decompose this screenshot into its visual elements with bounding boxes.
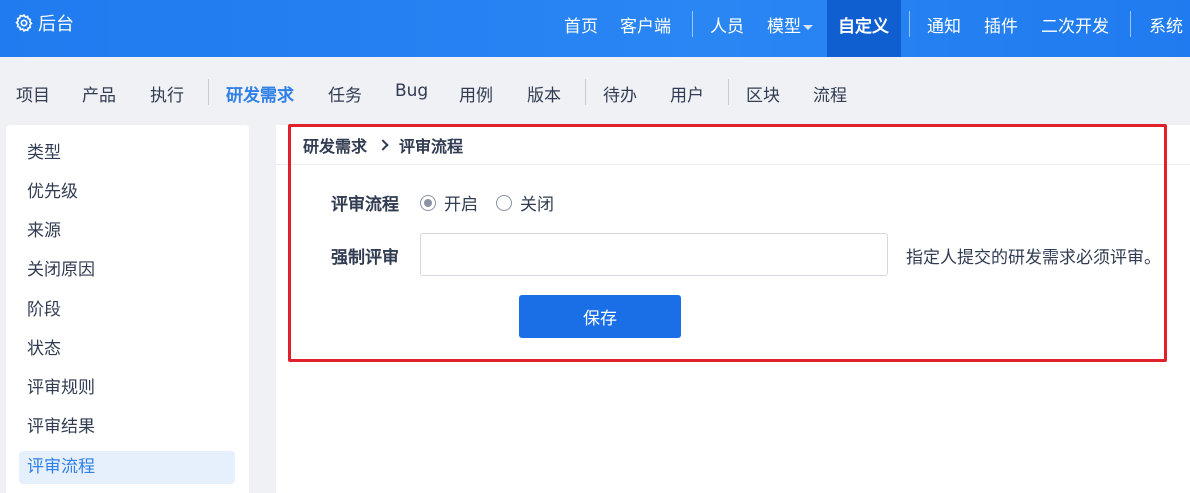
top-nav-plugin[interactable]: 插件 bbox=[984, 12, 1018, 37]
top-nav-model-label: 模型 bbox=[767, 17, 801, 37]
sidebar-item-type[interactable]: 类型 bbox=[19, 137, 235, 170]
sidebar-item-review-flow[interactable]: 评审流程 bbox=[19, 451, 235, 484]
sidebar-item-priority[interactable]: 优先级 bbox=[19, 176, 235, 209]
force-review-label: 强制评审 bbox=[331, 248, 399, 268]
breadcrumb-current: 评审流程 bbox=[399, 137, 464, 156]
brand[interactable]: 后台 bbox=[14, 12, 74, 35]
review-flow-label: 评审流程 bbox=[331, 195, 399, 215]
force-review-hint: 指定人提交的研发需求必须评审。 bbox=[906, 248, 1161, 268]
radio-off[interactable]: 关闭 bbox=[496, 190, 554, 215]
tab-product[interactable]: 产品 bbox=[82, 81, 116, 106]
gear-icon bbox=[15, 13, 33, 33]
brand-label: 后台 bbox=[38, 14, 74, 35]
divider bbox=[276, 164, 1190, 165]
top-bar: 后台 首页 客户端 人员 模型 自定义 通知 插件 二次开发 系统 bbox=[0, 0, 1190, 57]
sub-nav-divider bbox=[585, 79, 586, 105]
sub-nav-divider bbox=[208, 79, 209, 105]
tab-user[interactable]: 用户 bbox=[670, 81, 704, 106]
radio-on[interactable]: 开启 bbox=[420, 190, 478, 215]
breadcrumb: 研发需求 评审流程 bbox=[303, 133, 463, 157]
breadcrumb-parent[interactable]: 研发需求 bbox=[303, 133, 367, 157]
tab-testcase[interactable]: 用例 bbox=[459, 81, 493, 106]
tab-block[interactable]: 区块 bbox=[746, 81, 780, 106]
radio-off-indicator[interactable] bbox=[496, 194, 512, 211]
tab-todo[interactable]: 待办 bbox=[603, 81, 637, 106]
chevron-right-icon bbox=[377, 139, 389, 151]
main-panel: 研发需求 评审流程 评审流程 开启 关闭 强制评审 指定人提交的研发需求必须评审… bbox=[276, 125, 1190, 493]
sidebar: 类型 优先级 来源 关闭原因 阶段 状态 评审规则 评审结果 评审流程 bbox=[6, 125, 249, 493]
top-nav-divider bbox=[1130, 11, 1131, 37]
top-nav-model[interactable]: 模型 bbox=[767, 12, 813, 37]
tab-requirement[interactable]: 研发需求 bbox=[226, 81, 294, 106]
sidebar-item-review-rule[interactable]: 评审规则 bbox=[19, 372, 235, 405]
tab-build[interactable]: 版本 bbox=[527, 81, 561, 106]
radio-on-indicator[interactable] bbox=[420, 194, 436, 211]
sidebar-item-status[interactable]: 状态 bbox=[19, 333, 235, 366]
sidebar-item-stage[interactable]: 阶段 bbox=[19, 294, 235, 327]
top-nav-home[interactable]: 首页 bbox=[564, 12, 598, 37]
top-nav-divider bbox=[909, 11, 910, 37]
top-nav-people[interactable]: 人员 bbox=[710, 12, 744, 37]
save-button[interactable]: 保存 bbox=[519, 295, 681, 338]
chevron-down-icon bbox=[803, 24, 813, 30]
tab-project[interactable]: 项目 bbox=[16, 81, 50, 106]
radio-on-label: 开启 bbox=[444, 195, 478, 215]
top-nav-client[interactable]: 客户端 bbox=[620, 12, 671, 37]
top-nav-custom[interactable]: 自定义 bbox=[838, 12, 889, 37]
sub-nav-divider bbox=[728, 79, 729, 105]
top-nav-divider bbox=[692, 11, 693, 37]
tab-task[interactable]: 任务 bbox=[328, 81, 362, 106]
sidebar-item-review-result[interactable]: 评审结果 bbox=[19, 411, 235, 444]
sidebar-item-source[interactable]: 来源 bbox=[19, 215, 235, 248]
top-nav-dev[interactable]: 二次开发 bbox=[1041, 12, 1109, 37]
tab-flow[interactable]: 流程 bbox=[813, 81, 847, 106]
sub-nav: 项目 产品 执行 研发需求 任务 Bug 用例 版本 待办 用户 区块 流程 bbox=[0, 57, 1190, 125]
force-review-input[interactable] bbox=[420, 233, 888, 276]
radio-off-label: 关闭 bbox=[520, 195, 554, 215]
top-nav-system[interactable]: 系统 bbox=[1149, 12, 1183, 37]
tab-execution[interactable]: 执行 bbox=[150, 81, 184, 106]
tab-bug[interactable]: Bug bbox=[395, 81, 428, 101]
top-nav-notify[interactable]: 通知 bbox=[927, 12, 961, 37]
sidebar-item-close-reason[interactable]: 关闭原因 bbox=[19, 254, 235, 287]
